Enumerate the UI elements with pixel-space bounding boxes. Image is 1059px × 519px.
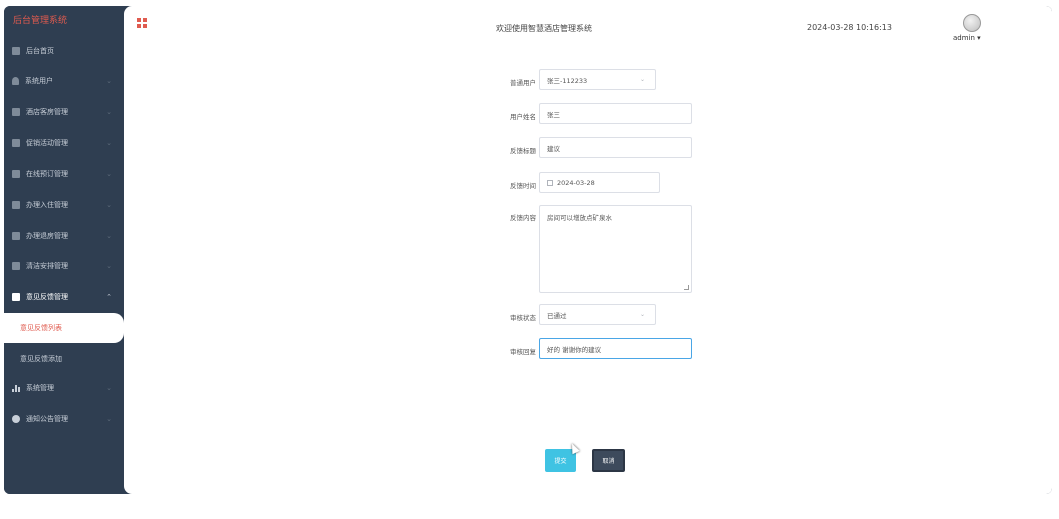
chevron-down-icon: ⌄ [106, 232, 112, 240]
sidebar-item-promotions[interactable]: 促销活动管理 ⌄ [4, 128, 124, 158]
grid-icon [12, 170, 20, 178]
chevron-down-icon: ⌄ [106, 108, 112, 116]
main-content: 欢迎使用智慧酒店管理系统 2024-03-28 10:16:13 admin ▾… [124, 6, 1052, 494]
resize-handle-icon[interactable] [684, 285, 689, 290]
sidebar-subitem-feedback-add[interactable]: 意见反馈添加 [4, 344, 124, 374]
sidebar-item-system-management[interactable]: 系统管理 ⌄ [4, 373, 124, 403]
status-select-value: 已通过 [547, 311, 567, 320]
status-select[interactable]: 已通过 ⌄ [539, 304, 656, 325]
grid-icon [12, 139, 20, 147]
feedback-title-value: 建议 [547, 144, 560, 153]
sidebar-item-rooms[interactable]: 酒店客房管理 ⌄ [4, 97, 124, 127]
date-picker[interactable]: 2024-03-28 [539, 172, 660, 193]
chevron-down-icon: ⌄ [106, 170, 112, 178]
chevron-down-icon: ⌄ [106, 384, 112, 392]
user-select-value: 张三-112233 [547, 76, 588, 85]
user-icon [12, 77, 19, 85]
chevron-down-icon: ⌄ [106, 139, 112, 147]
sidebar-item-label: 办理入住管理 [26, 201, 68, 209]
sidebar-item-label: 系统用户 [25, 77, 53, 85]
welcome-title: 欢迎使用智慧酒店管理系统 [496, 24, 592, 33]
title-label: 反馈标题 [510, 147, 536, 155]
sidebar-item-announcements[interactable]: 通知公告管理 ⌄ [4, 404, 124, 434]
chevron-down-icon: ⌄ [106, 262, 112, 270]
avatar[interactable] [963, 14, 981, 32]
cancel-button[interactable]: 取消 [592, 449, 625, 472]
feedback-title-field[interactable]: 建议 [539, 137, 692, 158]
chevron-down-icon: ⌄ [106, 415, 112, 423]
sidebar: 后台管理系统 后台首页 系统用户 ⌄ 酒店客房管理 ⌄ 促销活动管理 ⌄ 在线预… [4, 6, 124, 494]
sidebar-item-label: 酒店客房管理 [26, 108, 68, 116]
grid-icon [12, 262, 20, 270]
sidebar-item-home[interactable]: 后台首页 [4, 36, 124, 66]
sidebar-subitem-feedback-list[interactable]: 意见反馈列表 [4, 313, 124, 343]
menu-grid-icon[interactable] [137, 18, 147, 28]
sidebar-item-label: 清洁安排管理 [26, 262, 68, 270]
app-frame: 后台管理系统 后台首页 系统用户 ⌄ 酒店客房管理 ⌄ 促销活动管理 ⌄ 在线预… [4, 6, 1052, 494]
grid-icon [12, 108, 20, 116]
current-datetime: 2024-03-28 10:16:13 [807, 23, 892, 32]
grid-icon [12, 232, 20, 240]
sidebar-item-checkin[interactable]: 办理入住管理 ⌄ [4, 190, 124, 220]
grid-icon [12, 201, 20, 209]
sidebar-item-label: 意见反馈管理 [26, 293, 68, 301]
sidebar-item-label: 通知公告管理 [26, 415, 68, 423]
reply-field[interactable]: 好的 谢谢你的建议 [539, 338, 692, 359]
calendar-icon [547, 179, 553, 186]
reply-field-value: 好的 谢谢你的建议 [547, 345, 602, 354]
reply-label: 审核回复 [510, 348, 536, 356]
time-label: 反馈时间 [510, 182, 536, 190]
home-icon [12, 47, 20, 55]
sidebar-item-label: 办理退房管理 [26, 232, 68, 240]
name-label: 用户姓名 [510, 113, 536, 121]
name-field-value: 张三 [547, 110, 560, 119]
sidebar-item-checkout[interactable]: 办理退房管理 ⌄ [4, 221, 124, 251]
sidebar-item-bookings[interactable]: 在线预订管理 ⌄ [4, 159, 124, 189]
chevron-down-icon: ⌄ [639, 76, 645, 83]
user-menu[interactable]: admin ▾ [953, 34, 981, 42]
grid-icon [12, 293, 20, 301]
chevron-down-icon: ⌄ [639, 311, 645, 318]
chevron-up-icon: ⌃ [106, 293, 112, 301]
chevron-down-icon: ⌄ [106, 201, 112, 209]
sidebar-item-system-users[interactable]: 系统用户 ⌄ [4, 66, 124, 96]
sidebar-subitem-label: 意见反馈列表 [20, 324, 62, 332]
user-select[interactable]: 张三-112233 ⌄ [539, 69, 656, 90]
sidebar-item-label: 系统管理 [26, 384, 54, 392]
sidebar-item-feedback[interactable]: 意见反馈管理 ⌃ [4, 282, 124, 312]
bar-chart-icon [12, 384, 20, 392]
user-label: 普通用户 [510, 79, 536, 87]
sidebar-item-label: 促销活动管理 [26, 139, 68, 147]
info-icon [12, 415, 20, 423]
date-picker-value: 2024-03-28 [557, 178, 595, 187]
sidebar-item-label: 在线预订管理 [26, 170, 68, 178]
feedback-content-value: 房间可以增放点矿泉水 [547, 214, 612, 222]
content-label: 反馈内容 [510, 214, 536, 222]
status-label: 审核状态 [510, 314, 536, 322]
sidebar-item-cleaning[interactable]: 清洁安排管理 ⌄ [4, 251, 124, 281]
brand-title: 后台管理系统 [13, 16, 68, 26]
feedback-content-textarea[interactable]: 房间可以增放点矿泉水 [539, 205, 692, 293]
sidebar-subitem-label: 意见反馈添加 [20, 355, 62, 363]
name-field[interactable]: 张三 [539, 103, 692, 124]
sidebar-item-label: 后台首页 [26, 47, 54, 55]
chevron-down-icon: ⌄ [106, 77, 112, 85]
